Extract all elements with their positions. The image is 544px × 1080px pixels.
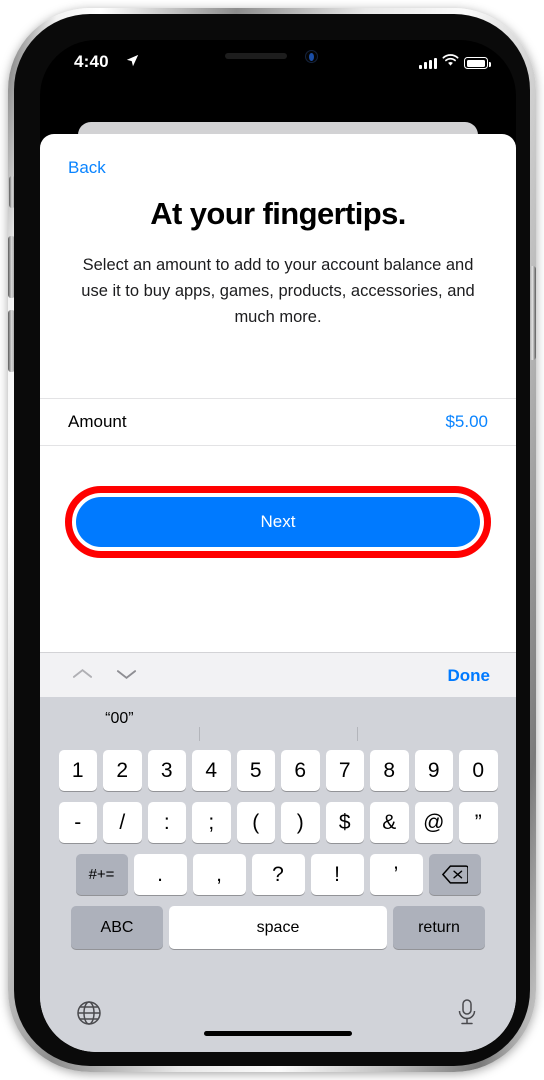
status-indicators <box>419 54 491 72</box>
key-paren-open[interactable]: ( <box>236 802 275 843</box>
amount-label: Amount <box>68 412 127 431</box>
keyboard-bottom-bar <box>40 992 516 1052</box>
location-arrow-icon <box>126 54 139 72</box>
amount-value[interactable]: $5.00 <box>445 412 488 432</box>
key-at[interactable]: @ <box>414 802 453 843</box>
home-indicator[interactable] <box>204 1031 352 1036</box>
keyboard-row-symbols: - / : ; ( ) $ & @ ” <box>43 802 513 843</box>
next-button[interactable]: Next <box>76 497 480 547</box>
key-dollar[interactable]: $ <box>325 802 364 843</box>
page-subtitle: Select an amount to add to your account … <box>81 256 475 326</box>
key-6[interactable]: 6 <box>281 750 320 791</box>
done-button[interactable]: Done <box>448 666 491 686</box>
microphone-icon[interactable] <box>456 998 478 1032</box>
key-4[interactable]: 4 <box>192 750 231 791</box>
predictive-suggestion[interactable]: “00” <box>40 710 199 728</box>
key-9[interactable]: 9 <box>414 750 453 791</box>
key-question[interactable]: ? <box>251 854 305 895</box>
key-quote[interactable]: ” <box>459 802 498 843</box>
globe-icon[interactable] <box>76 1000 102 1031</box>
cellular-signal-icon <box>419 57 437 69</box>
keyboard-row-numbers: 1 2 3 4 5 6 7 8 9 0 <box>43 750 513 791</box>
back-button[interactable]: Back <box>68 158 106 178</box>
key-7[interactable]: 7 <box>325 750 364 791</box>
key-abc[interactable]: ABC <box>71 906 163 949</box>
key-0[interactable]: 0 <box>459 750 498 791</box>
keyboard-accessory-bar: Done <box>40 652 516 697</box>
key-symbols-shift[interactable]: #+= <box>75 854 128 895</box>
key-return[interactable]: return <box>393 906 485 949</box>
key-comma[interactable]: , <box>192 854 246 895</box>
key-2[interactable]: 2 <box>103 750 142 791</box>
key-1[interactable]: 1 <box>58 750 97 791</box>
key-paren-close[interactable]: ) <box>281 802 320 843</box>
key-hyphen[interactable]: - <box>58 802 97 843</box>
key-ampersand[interactable]: & <box>370 802 409 843</box>
key-semicolon[interactable]: ; <box>192 802 231 843</box>
numeric-keyboard: 1 2 3 4 5 6 7 8 9 0 - / : ; () $ & @ ” … <box>40 741 516 1052</box>
notch <box>179 40 377 72</box>
keyboard-row-bottom: ABC space return <box>43 906 513 949</box>
key-colon[interactable]: : <box>147 802 186 843</box>
key-3[interactable]: 3 <box>147 750 186 791</box>
speaker-grille <box>225 53 287 59</box>
wifi-icon <box>442 54 459 72</box>
amount-row[interactable]: Amount $5.00 <box>40 398 516 446</box>
power-button[interactable] <box>529 266 536 360</box>
predictive-text-bar: “00” <box>40 697 516 747</box>
key-slash[interactable]: / <box>103 802 142 843</box>
key-5[interactable]: 5 <box>236 750 275 791</box>
page-title: At your fingertips. <box>150 196 406 231</box>
key-period[interactable]: . <box>133 854 187 895</box>
chevron-down-icon[interactable] <box>116 667 137 686</box>
phone-frame: 4:40 Back At your fingertips. Select an … <box>8 8 536 1072</box>
battery-full-icon <box>464 57 491 69</box>
chevron-up-icon[interactable] <box>72 667 93 686</box>
key-8[interactable]: 8 <box>370 750 409 791</box>
key-apostrophe[interactable]: ’ <box>369 854 423 895</box>
delete-backspace-icon[interactable] <box>428 854 481 895</box>
modal-sheet: Back At your fingertips. Select an amoun… <box>40 134 516 1052</box>
key-exclamation[interactable]: ! <box>310 854 364 895</box>
phone-screen: 4:40 Back At your fingertips. Select an … <box>40 40 516 1052</box>
status-time: 4:40 <box>74 52 109 71</box>
phone-bezel: 4:40 Back At your fingertips. Select an … <box>14 14 530 1066</box>
front-camera-icon <box>305 50 318 63</box>
key-space[interactable]: space <box>169 906 387 949</box>
keyboard-row-punctuation: #+= . , ? ! ’ <box>43 854 513 895</box>
